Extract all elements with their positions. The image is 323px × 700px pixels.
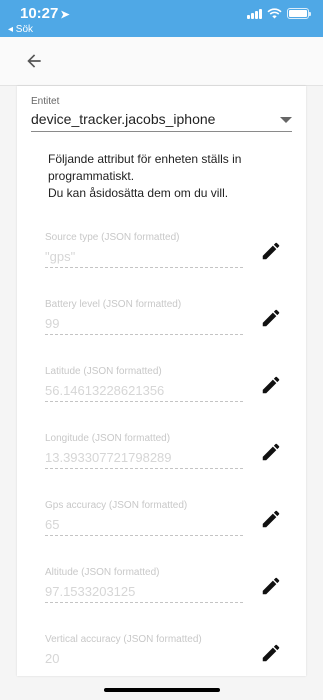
attribute-underline (45, 334, 243, 335)
pencil-icon[interactable] (260, 575, 282, 597)
pencil-icon[interactable] (260, 441, 282, 463)
info-line: Du kan åsidosätta dem om du vill. (48, 186, 229, 200)
entity-underline (31, 131, 292, 132)
pencil-icon[interactable] (260, 240, 282, 262)
attribute-field-battery-level[interactable]: Battery level (JSON formatted) 99 (45, 299, 243, 335)
attribute-field-longitude[interactable]: Longitude (JSON formatted) 13.3933077217… (45, 433, 243, 469)
location-icon: ➤ (60, 9, 70, 21)
arrow-left-icon[interactable] (24, 51, 44, 71)
status-icons (247, 8, 311, 19)
attribute-value[interactable]: 65 (45, 517, 243, 532)
attribute-label: Source type (JSON formatted) (45, 232, 180, 243)
pencil-icon[interactable] (260, 508, 282, 530)
battery-icon (287, 8, 311, 19)
attribute-label: Vertical accuracy (JSON formatted) (45, 634, 202, 645)
attribute-value[interactable]: "gps" (45, 249, 243, 264)
attribute-underline (45, 535, 243, 536)
entity-settings-card: Entitet device_tracker.jacobs_iphone Föl… (17, 86, 306, 676)
attribute-underline (45, 468, 243, 469)
info-text: Följande attribut för enheten ställs in … (48, 151, 278, 202)
attribute-underline (45, 401, 243, 402)
info-line: Följande attribut för enheten ställs in (48, 152, 242, 166)
status-time: 10:27 ➤ (20, 5, 70, 22)
attribute-underline (45, 602, 243, 603)
signal-icon (247, 8, 262, 19)
attribute-value[interactable]: 97.1533203125 (45, 584, 243, 599)
attribute-label: Altitude (JSON formatted) (45, 567, 160, 578)
attribute-value[interactable]: 20 (45, 651, 243, 666)
attribute-field-latitude[interactable]: Latitude (JSON formatted) 56.14613228621… (45, 366, 243, 402)
attribute-label: Latitude (JSON formatted) (45, 366, 162, 377)
attribute-value[interactable]: 13.393307721798289 (45, 450, 243, 465)
status-bar: 10:27 ➤ ◂ Sök (0, 0, 323, 37)
attribute-label: Longitude (JSON formatted) (45, 433, 171, 444)
entity-label: Entitet (31, 96, 60, 107)
pencil-icon[interactable] (260, 642, 282, 664)
attribute-field-vertical-accuracy[interactable]: Vertical accuracy (JSON formatted) 20 (45, 634, 243, 670)
attribute-value[interactable]: 99 (45, 316, 243, 331)
attribute-field-altitude[interactable]: Altitude (JSON formatted) 97.1533203125 (45, 567, 243, 603)
attribute-value[interactable]: 56.14613228621356 (45, 383, 243, 398)
attribute-field-gps-accuracy[interactable]: Gps accuracy (JSON formatted) 65 (45, 500, 243, 536)
attribute-label: Gps accuracy (JSON formatted) (45, 500, 188, 511)
attribute-label: Battery level (JSON formatted) (45, 299, 182, 310)
back-to-app-link[interactable]: ◂ Sök (8, 24, 33, 35)
info-line: programmatiskt. (48, 169, 135, 183)
chevron-down-icon[interactable] (280, 117, 292, 123)
wifi-icon (267, 8, 282, 19)
attribute-field-source-type[interactable]: Source type (JSON formatted) "gps" (45, 232, 243, 268)
entity-select[interactable]: device_tracker.jacobs_iphone (31, 111, 215, 127)
status-time-text: 10:27 (20, 5, 59, 22)
pencil-icon[interactable] (260, 374, 282, 396)
app-bar (0, 37, 323, 86)
home-indicator[interactable] (104, 688, 220, 692)
pencil-icon[interactable] (260, 307, 282, 329)
attribute-underline (45, 267, 243, 268)
